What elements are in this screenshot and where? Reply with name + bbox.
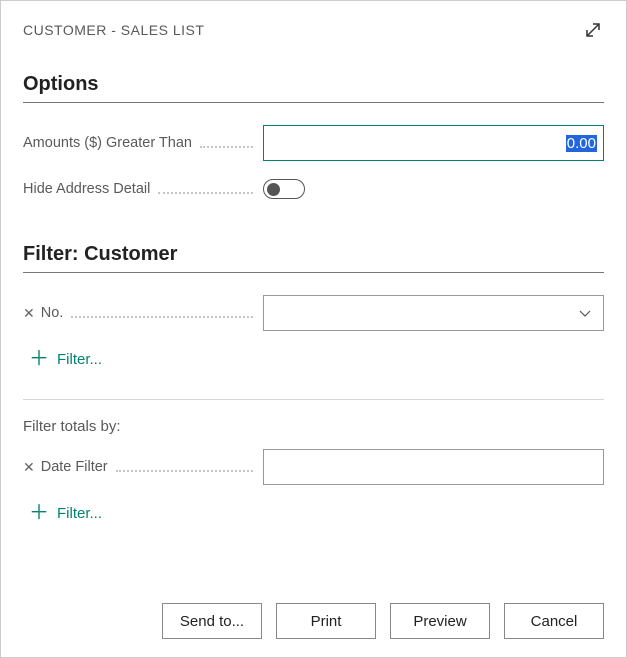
section-title-filter-customer: Filter: Customer [23,243,604,266]
section-rule [23,102,604,103]
add-filter-customer[interactable]: ＋ Filter... [29,349,604,369]
amounts-value: 0.00 [566,135,597,152]
divider [23,399,604,400]
field-customer-no: ✕ No. [23,295,604,331]
report-request-dialog: CUSTOMER - SALES LIST Options Amounts ($… [0,0,627,658]
plus-icon: ＋ [29,349,49,369]
amounts-input[interactable]: 0.00 [263,125,604,161]
add-filter-totals[interactable]: ＋ Filter... [29,503,604,523]
date-filter-input[interactable] [263,449,604,485]
remove-filter-icon[interactable]: ✕ [23,460,35,474]
section-title-options: Options [23,73,604,96]
dialog-header: CUSTOMER - SALES LIST [1,1,626,49]
field-date-filter: ✕ Date Filter [23,449,604,485]
amounts-label: Amounts ($) Greater Than [23,135,192,151]
expand-icon[interactable] [582,19,604,41]
send-to-button[interactable]: Send to... [162,603,262,639]
add-filter-label: Filter... [57,505,102,522]
customer-no-label: No. [41,305,64,321]
customer-no-select[interactable] [263,295,604,331]
leader-dots [158,192,253,194]
field-amounts-greater-than: Amounts ($) Greater Than 0.00 [23,125,604,161]
add-filter-label: Filter... [57,351,102,368]
remove-filter-icon[interactable]: ✕ [23,306,35,320]
date-filter-label: Date Filter [41,459,108,475]
leader-dots [116,470,253,472]
cancel-button[interactable]: Cancel [504,603,604,639]
plus-icon: ＋ [29,503,49,523]
leader-dots [71,316,253,318]
hide-address-label: Hide Address Detail [23,181,150,197]
hide-address-toggle[interactable] [263,179,305,199]
chevron-down-icon [577,305,593,321]
filter-totals-heading: Filter totals by: [23,418,604,435]
field-hide-address: Hide Address Detail [23,179,604,199]
preview-button[interactable]: Preview [390,603,490,639]
print-button[interactable]: Print [276,603,376,639]
dialog-footer: Send to... Print Preview Cancel [1,593,626,657]
dialog-body: Options Amounts ($) Greater Than 0.00 Hi… [1,49,626,593]
dialog-title: CUSTOMER - SALES LIST [23,22,204,38]
leader-dots [200,146,253,148]
section-rule [23,272,604,273]
toggle-knob [267,183,280,196]
